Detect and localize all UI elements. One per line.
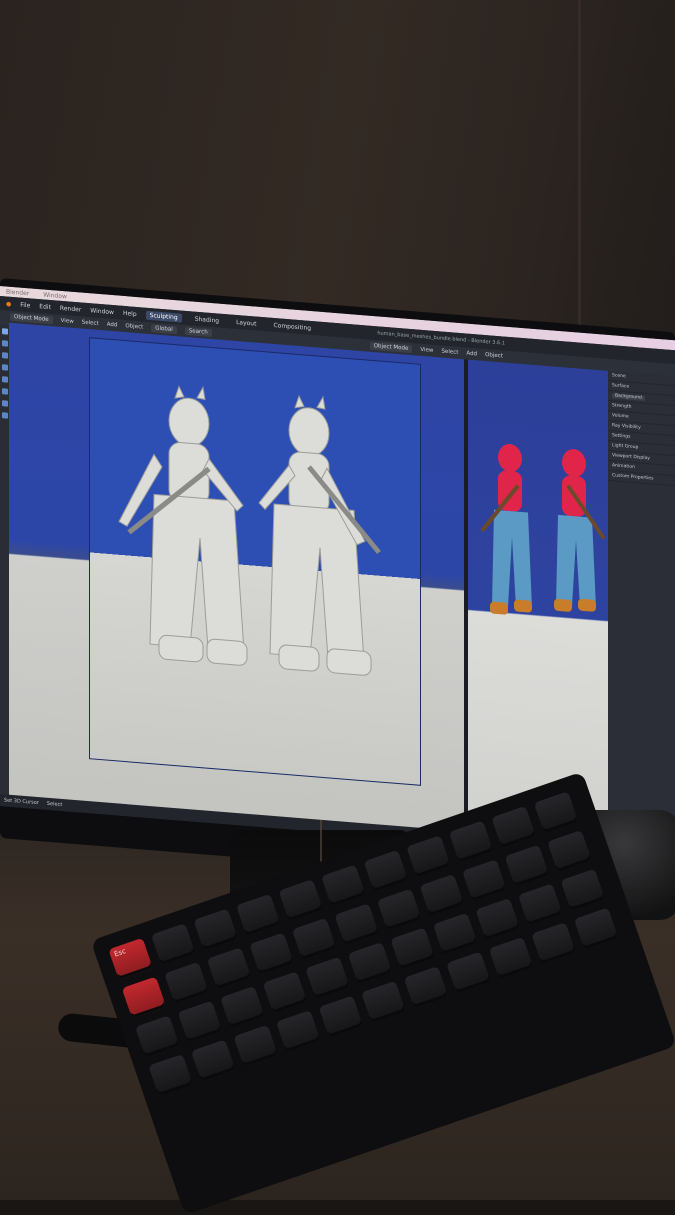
os-menu-window[interactable]: Window <box>43 291 67 300</box>
key[interactable] <box>475 898 520 941</box>
render-menu-view[interactable]: View <box>420 347 433 354</box>
key[interactable] <box>432 912 478 955</box>
transform-tool-icon[interactable] <box>1 388 8 395</box>
menu-select[interactable]: Select <box>82 320 99 327</box>
red-figure-right <box>554 449 606 612</box>
key[interactable] <box>403 966 449 1009</box>
key[interactable] <box>262 971 308 1014</box>
select-tool-icon[interactable] <box>1 328 8 335</box>
cursor-tool-icon[interactable] <box>1 340 8 347</box>
key[interactable] <box>278 879 324 922</box>
tab-sculpting[interactable]: Sculpting <box>145 310 182 323</box>
key[interactable] <box>448 820 494 863</box>
properties-panel: Scene Surface Background Strength Volume… <box>608 370 675 857</box>
clay-figure-left <box>118 385 248 666</box>
key[interactable] <box>573 907 619 950</box>
key[interactable] <box>220 985 265 1028</box>
rotate-tool-icon[interactable] <box>1 364 8 371</box>
key[interactable] <box>164 961 209 1004</box>
rendered-viewport[interactable] <box>468 359 608 851</box>
key[interactable] <box>236 893 281 936</box>
key[interactable] <box>121 976 167 1019</box>
render-menu-add[interactable]: Add <box>466 351 477 358</box>
clay-figures <box>118 385 381 676</box>
scale-tool-icon[interactable] <box>1 376 8 383</box>
menu-view[interactable]: View <box>61 318 74 325</box>
key[interactable] <box>547 830 592 872</box>
menu-object[interactable]: Object <box>125 323 143 330</box>
clay-figure-right <box>258 394 381 676</box>
render-menu-select[interactable]: Select <box>441 349 458 356</box>
key[interactable] <box>291 917 337 960</box>
key[interactable] <box>177 1000 223 1043</box>
red-figure-left <box>480 444 532 615</box>
orientation-dropdown[interactable]: Global <box>151 324 177 335</box>
key[interactable] <box>504 844 550 887</box>
tab-compositing[interactable]: Compositing <box>269 320 315 333</box>
key[interactable] <box>190 1039 236 1082</box>
key[interactable] <box>206 947 252 990</box>
measure-tool-icon[interactable] <box>1 412 8 419</box>
tool-shelf <box>0 324 9 799</box>
esc-label: Esc <box>113 947 128 959</box>
key[interactable] <box>533 791 579 834</box>
render-menu-object[interactable]: Object <box>485 352 503 359</box>
key[interactable] <box>560 868 606 911</box>
key-esc[interactable]: Esc <box>108 937 153 980</box>
menu-help[interactable]: Help <box>123 309 137 317</box>
status-select-hint: Select <box>46 800 63 809</box>
move-tool-icon[interactable] <box>1 352 8 359</box>
key[interactable] <box>363 849 409 892</box>
menu-add[interactable]: Add <box>107 322 118 329</box>
menu-window[interactable]: Window <box>90 307 114 316</box>
main-3d-viewport[interactable] <box>9 322 464 840</box>
key[interactable] <box>446 951 491 994</box>
blender-logo-icon[interactable]: ● <box>6 300 11 307</box>
key[interactable] <box>419 873 465 916</box>
os-menu-app[interactable]: Blender <box>6 288 29 297</box>
key[interactable] <box>488 936 534 979</box>
key[interactable] <box>377 888 422 931</box>
menu-edit[interactable]: Edit <box>39 303 51 311</box>
key[interactable] <box>305 956 350 999</box>
tab-shading[interactable]: Shading <box>191 314 223 326</box>
key[interactable] <box>491 805 536 848</box>
key[interactable] <box>347 942 393 985</box>
key[interactable] <box>406 835 451 878</box>
search-field[interactable]: Search <box>184 326 212 338</box>
key[interactable] <box>148 1054 193 1097</box>
status-cursor-hint: Set 3D Cursor <box>4 797 39 807</box>
key[interactable] <box>249 932 294 975</box>
menu-file[interactable]: File <box>20 301 30 309</box>
key[interactable] <box>334 903 379 946</box>
key[interactable] <box>150 923 196 966</box>
key[interactable] <box>531 922 576 965</box>
rendered-figures <box>480 444 606 615</box>
key[interactable] <box>135 1015 180 1058</box>
key[interactable] <box>321 864 366 907</box>
annotate-tool-icon[interactable] <box>1 400 8 407</box>
key[interactable] <box>318 995 364 1038</box>
key[interactable] <box>276 1010 321 1053</box>
key[interactable] <box>390 927 435 970</box>
key[interactable] <box>193 908 238 951</box>
menu-render[interactable]: Render <box>60 304 81 313</box>
key[interactable] <box>518 883 563 926</box>
tab-layout[interactable]: Layout <box>232 317 260 328</box>
key[interactable] <box>462 859 507 902</box>
key[interactable] <box>361 980 406 1023</box>
key[interactable] <box>233 1024 278 1067</box>
